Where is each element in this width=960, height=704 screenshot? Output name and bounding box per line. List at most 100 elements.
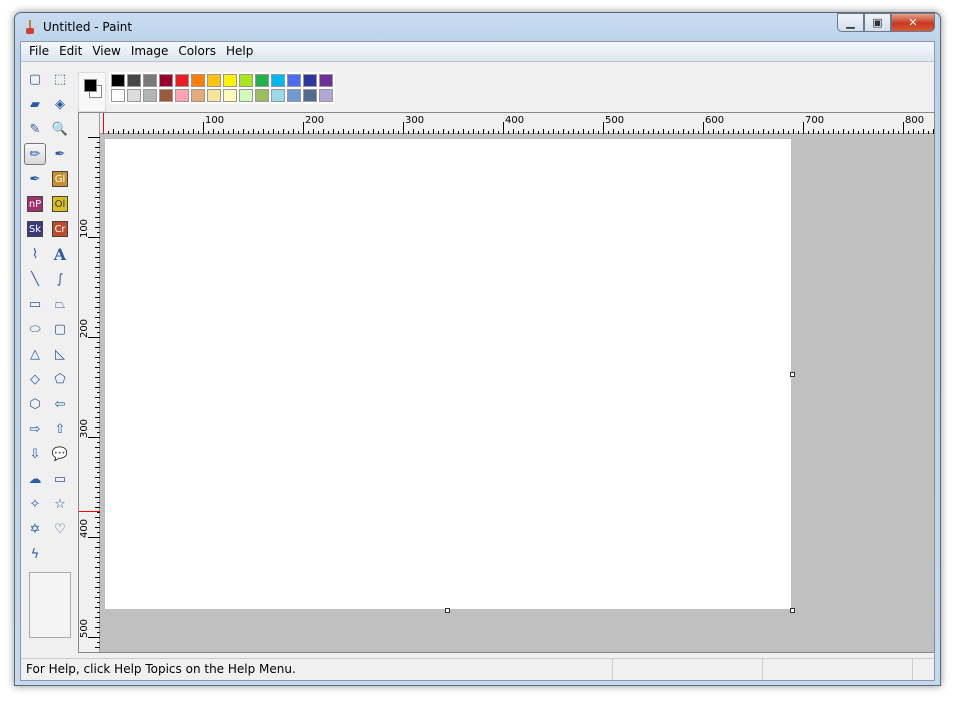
tool-up-arrow[interactable]: ⇧	[49, 418, 71, 440]
tool-triangle[interactable]: △	[24, 343, 46, 365]
menu-image[interactable]: Image	[126, 42, 174, 61]
resize-handle-corner[interactable]	[790, 608, 795, 613]
ruler-tick	[423, 129, 424, 134]
ruler-tick	[108, 131, 109, 134]
tool-free-form-select[interactable]: ▢	[24, 68, 46, 90]
menu-help[interactable]: Help	[221, 42, 258, 61]
tool-curve[interactable]: ∫	[49, 268, 71, 290]
ruler-tick	[698, 131, 699, 134]
tool-ol[interactable]: Ol	[49, 193, 71, 215]
palette-swatch[interactable]	[303, 74, 317, 87]
status-coords	[613, 659, 763, 680]
menu-view[interactable]: View	[87, 42, 125, 61]
palette-swatch[interactable]	[239, 74, 253, 87]
menu-colors[interactable]: Colors	[173, 42, 221, 61]
tool-right-arrow[interactable]: ⇨	[24, 418, 46, 440]
palette-swatch[interactable]	[319, 89, 333, 102]
tool-np[interactable]: nP	[24, 193, 46, 215]
palette-swatch[interactable]	[175, 89, 189, 102]
minimize-button[interactable]: ▁	[837, 13, 864, 32]
tool-polygon[interactable]: ⏢	[49, 293, 71, 315]
paint-app-icon	[26, 20, 34, 34]
tool-down-arrow[interactable]: ⇩	[24, 443, 46, 465]
palette-swatch[interactable]	[175, 74, 189, 87]
tool-ellipse[interactable]: ⬭	[24, 318, 46, 340]
tool-heart[interactable]: ♡	[49, 518, 71, 540]
tool-rect-callout[interactable]: ▭	[49, 468, 71, 490]
tool-line[interactable]: ╲	[24, 268, 46, 290]
resize-handle-bottom[interactable]	[445, 608, 450, 613]
tool-oval-callout[interactable]: 💬	[49, 443, 71, 465]
tool-diamond[interactable]: ◇	[24, 368, 46, 390]
tool-four-point-star[interactable]: ✧	[24, 493, 46, 515]
tool-airbrush[interactable]: ⌇	[24, 243, 46, 265]
menu-file[interactable]: File	[24, 42, 54, 61]
resize-grip[interactable]	[913, 659, 934, 680]
tool-rectangle[interactable]: ▭	[24, 293, 46, 315]
tool-magnifier[interactable]: 🔍	[49, 118, 71, 140]
tool-options-box[interactable]	[29, 572, 71, 638]
palette-swatch[interactable]	[111, 89, 125, 102]
palette-swatch[interactable]	[287, 89, 301, 102]
palette-swatch[interactable]	[143, 74, 157, 87]
close-button[interactable]: ✕	[891, 13, 935, 32]
tool-five-point-star[interactable]: ☆	[49, 493, 71, 515]
tool-fill-bucket[interactable]: ◈	[49, 93, 71, 115]
tool-six-point-star[interactable]: ✡	[24, 518, 46, 540]
tool-brush-alt[interactable]: ✒	[24, 168, 46, 190]
palette-swatch[interactable]	[287, 74, 301, 87]
color-selector[interactable]	[78, 72, 106, 112]
palette-swatch[interactable]	[159, 74, 173, 87]
palette-swatch[interactable]	[127, 89, 141, 102]
palette-swatch[interactable]	[207, 89, 221, 102]
resize-handle-right[interactable]	[790, 372, 795, 377]
tool-color-picker[interactable]: ✎	[24, 118, 46, 140]
palette-swatch[interactable]	[255, 89, 269, 102]
ruler-tick	[448, 131, 449, 134]
palette-swatch[interactable]	[207, 74, 221, 87]
palette-swatch[interactable]	[303, 89, 317, 102]
palette-swatch[interactable]	[271, 89, 285, 102]
palette-swatch[interactable]	[223, 74, 237, 87]
palette-swatch[interactable]	[255, 74, 269, 87]
drawing-canvas[interactable]	[105, 139, 791, 609]
ruler-tick	[298, 131, 299, 134]
tool-rect-select[interactable]: ⬚	[49, 68, 71, 90]
palette-swatch[interactable]	[223, 89, 237, 102]
foreground-color[interactable]	[84, 79, 97, 92]
tool-gl[interactable]: Gl	[49, 168, 71, 190]
tool-rounded-rectangle[interactable]: ▢	[49, 318, 71, 340]
ruler-tick	[718, 131, 719, 134]
palette-swatch[interactable]	[191, 89, 205, 102]
palette-swatch[interactable]	[143, 89, 157, 102]
palette-swatch[interactable]	[239, 89, 253, 102]
tool-right-triangle[interactable]: ◺	[49, 343, 71, 365]
ruler-tick	[848, 131, 849, 134]
menu-edit[interactable]: Edit	[54, 42, 87, 61]
palette-swatch[interactable]	[111, 74, 125, 87]
tool-pentagon[interactable]: ⬠	[49, 368, 71, 390]
tool-pencil[interactable]: ✏	[24, 143, 46, 165]
ruler-tick	[178, 131, 179, 134]
tool-brush[interactable]: ✒	[49, 143, 71, 165]
ruler-tick	[95, 557, 100, 558]
ruler-tick	[458, 131, 459, 134]
ruler-tick	[858, 131, 859, 134]
palette-swatch[interactable]	[271, 74, 285, 87]
tool-cloud-callout[interactable]: ☁	[24, 468, 46, 490]
palette-swatch[interactable]	[319, 74, 333, 87]
tool-cr[interactable]: Cr	[49, 218, 71, 240]
palette-swatch[interactable]	[127, 74, 141, 87]
palette-swatch[interactable]	[191, 74, 205, 87]
palette-swatch[interactable]	[159, 89, 173, 102]
tool-sk[interactable]: Sk	[24, 218, 46, 240]
ruler-tick	[708, 131, 709, 134]
ruler-tick	[313, 129, 314, 134]
tool-eraser[interactable]: ▰	[24, 93, 46, 115]
tool-left-arrow[interactable]: ⇦	[49, 393, 71, 415]
tool-text[interactable]: A	[49, 243, 71, 265]
tool-lightning[interactable]: ϟ	[24, 543, 46, 565]
tool-hexagon[interactable]: ⬡	[24, 393, 46, 415]
maximize-button[interactable]: ▣	[864, 13, 891, 32]
ruler-tick	[158, 131, 159, 134]
